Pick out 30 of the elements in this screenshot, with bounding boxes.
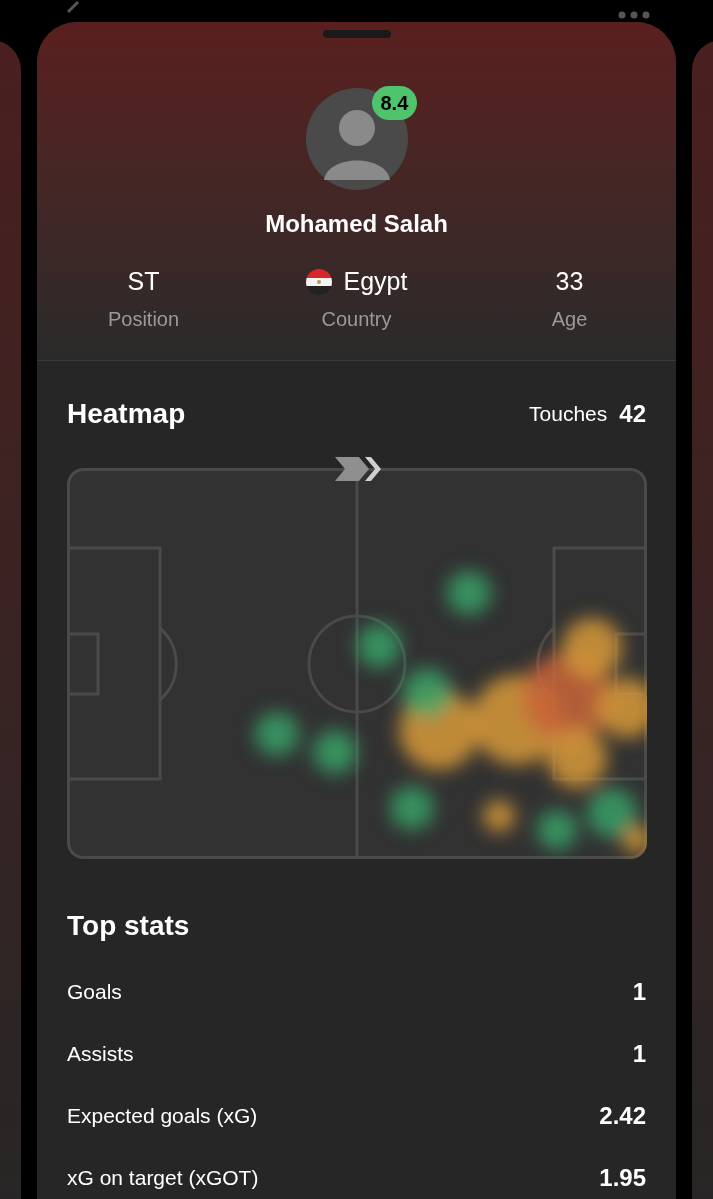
heat-spot [255,712,299,756]
fact-value: 33 [555,266,584,298]
drag-handle[interactable] [322,30,391,38]
direction-icon [333,456,381,482]
player-name: Mohamed Salah [265,209,448,239]
heat-spot [447,571,491,615]
stat-label: Assists [67,1041,134,1068]
stat-label: Expected goals (xG) [67,1103,258,1130]
flag-icon [305,269,332,295]
section-title: Top stats [67,909,191,943]
heat-spot [483,800,515,832]
rating-badge: 8.4 [371,86,418,120]
stat-value: 1 [632,977,646,1007]
stat-value: 2.42 [599,1101,646,1131]
stat-label: Goals [67,979,122,1006]
section-title: Heatmap [67,397,186,431]
heat-spot [537,810,577,850]
fact-label: Position [107,307,180,332]
heat-spot [313,730,357,774]
stat-value: 1.95 [599,1163,646,1193]
touches-count: 42 [619,399,646,429]
fact-value: ST [127,266,160,298]
fact-label: Country [321,307,392,332]
heat-spot [357,624,401,668]
heat-spot [390,786,434,830]
fact-label: Age [551,307,588,332]
touches-label: Touches [529,401,608,428]
stat-label: xG on target (xGOT) [67,1165,259,1192]
stat-value: 1 [632,1039,646,1069]
fact-value: Egypt [343,266,408,298]
